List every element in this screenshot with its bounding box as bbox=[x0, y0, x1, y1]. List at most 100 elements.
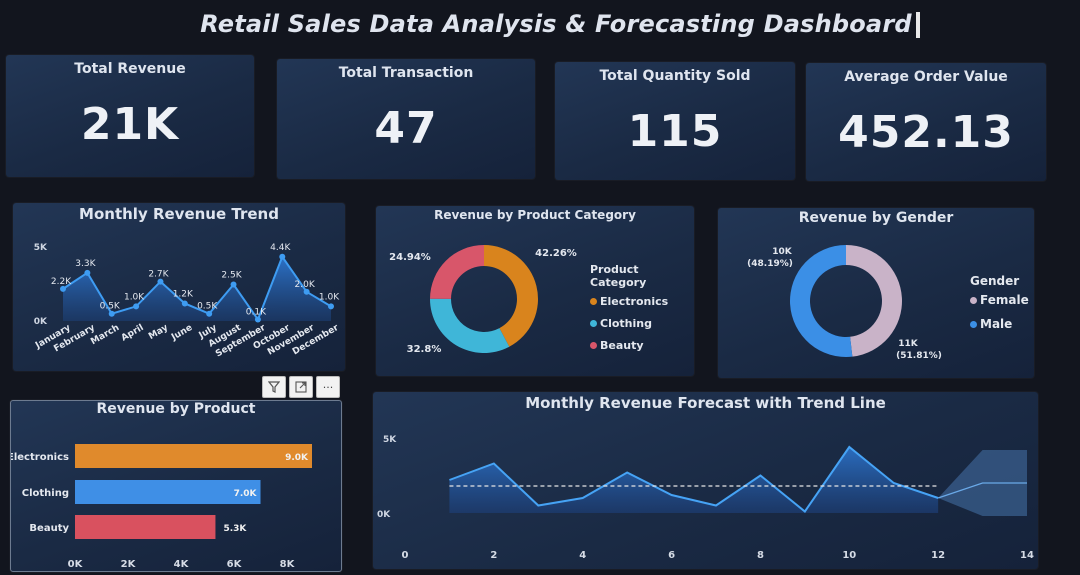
trend-point bbox=[84, 269, 91, 276]
revenue-by-category-panel[interactable]: Revenue by Product Category 42.26% 32.8% 2… bbox=[376, 206, 694, 376]
x-tick-label: 8K bbox=[280, 559, 296, 570]
more-options-icon[interactable]: ··· bbox=[316, 376, 340, 398]
legend-swatch bbox=[590, 342, 597, 349]
legend-item-electronics[interactable]: Electronics bbox=[590, 295, 694, 308]
donut-slice-clothing bbox=[430, 298, 510, 353]
bar-electronics bbox=[75, 444, 312, 468]
legend-swatch bbox=[590, 298, 597, 305]
x-tick-label: April bbox=[120, 323, 146, 344]
data-label: 32.8% bbox=[407, 344, 442, 355]
data-label: 4.4K bbox=[270, 243, 291, 253]
kpi-value: 21K bbox=[80, 99, 180, 150]
data-label: 24.94% bbox=[389, 252, 431, 263]
category-label: Electronics bbox=[11, 452, 69, 463]
dashboard-title: Retail Sales Data Analysis & Forecasting… bbox=[200, 10, 920, 50]
bar-beauty bbox=[75, 515, 216, 539]
trend-point bbox=[133, 303, 140, 310]
x-tick-label: 0 bbox=[402, 550, 409, 561]
kpi-value: 47 bbox=[374, 103, 438, 154]
visual-header-toolbar: ··· bbox=[262, 376, 340, 398]
kpi-card-total-transaction[interactable]: Total Transaction 47 bbox=[277, 59, 535, 179]
x-tick-label: May bbox=[147, 323, 170, 342]
x-tick-label: 2 bbox=[490, 550, 497, 561]
forecast-chart: 5K 0K 0 2 4 6 8 10 12 14 bbox=[377, 435, 1034, 561]
x-tick-label: 6 bbox=[668, 550, 675, 561]
legend-item-female[interactable]: Female bbox=[970, 293, 1029, 307]
filter-icon[interactable] bbox=[262, 376, 286, 398]
trend-point bbox=[328, 303, 334, 310]
category-legend: Product Category Electronics Clothing Be… bbox=[590, 263, 694, 352]
x-tick-label: 12 bbox=[931, 550, 945, 561]
x-tick-label: 4 bbox=[579, 550, 586, 561]
legend-label: Male bbox=[980, 317, 1013, 331]
x-tick-label: 0K bbox=[68, 559, 84, 570]
data-label: 3.3K bbox=[75, 259, 96, 269]
kpi-label: Average Order Value bbox=[844, 69, 1008, 85]
data-label: 42.26% bbox=[535, 248, 577, 259]
forecast-area bbox=[449, 447, 939, 513]
revenue-forecast-panel[interactable]: Monthly Revenue Forecast with Trend Line… bbox=[373, 392, 1038, 569]
kpi-label: Total Revenue bbox=[74, 61, 186, 77]
gender-legend: Gender Female Male bbox=[970, 274, 1029, 331]
y-tick-label: 5K bbox=[34, 243, 48, 253]
data-label: 7.0K bbox=[234, 489, 258, 499]
x-tick-label: 2K bbox=[121, 559, 137, 570]
data-label: 1.2K bbox=[173, 289, 194, 299]
data-label: (48.19%) bbox=[747, 259, 793, 269]
donut-slice-female bbox=[846, 245, 902, 357]
data-label: 2.5K bbox=[221, 271, 242, 281]
data-label: 9.0K bbox=[285, 453, 309, 463]
monthly-revenue-trend-chart: 2.2K3.3K0.5K1.0K2.7K1.2K0.5K2.5K0.1K4.4K… bbox=[33, 243, 341, 360]
data-label: (51.81%) bbox=[896, 351, 942, 361]
x-tick-label: March bbox=[89, 323, 121, 347]
kpi-card-average-order-value[interactable]: Average Order Value 452.13 bbox=[806, 63, 1046, 181]
data-label: 1.0K bbox=[319, 292, 340, 302]
data-label: 11K bbox=[898, 339, 919, 349]
y-tick-label: 0K bbox=[377, 510, 391, 520]
legend-item-male[interactable]: Male bbox=[970, 317, 1029, 331]
revenue-by-gender-panel[interactable]: Revenue by Gender 10K (48.19%) 11K (51.81%)… bbox=[718, 208, 1034, 378]
y-tick-label: 0K bbox=[34, 317, 48, 327]
monthly-revenue-trend-panel[interactable]: Monthly Revenue Trend 2.2K 3.3K 0.5K 1.0K 2.… bbox=[13, 203, 345, 371]
x-tick-label: 6K bbox=[227, 559, 243, 570]
donut-slice-beauty bbox=[430, 245, 484, 299]
x-tick-label: 8 bbox=[757, 550, 764, 561]
y-tick-label: 5K bbox=[383, 435, 397, 445]
data-label: 10K bbox=[772, 247, 793, 257]
x-tick-label: 4K bbox=[174, 559, 190, 570]
x-tick-label: 10 bbox=[842, 550, 856, 561]
donut-slice-male bbox=[790, 245, 853, 357]
kpi-card-total-quantity-sold[interactable]: Total Quantity Sold 115 bbox=[555, 62, 795, 180]
data-label: 1.0K bbox=[124, 292, 145, 302]
legend-title: Product Category bbox=[590, 263, 647, 289]
x-tick-label: June bbox=[169, 323, 194, 343]
legend-label: Female bbox=[980, 293, 1029, 307]
product-bar-chart: Electronics 9.0K Clothing 7.0K Beauty 5.3K 0K 2… bbox=[11, 444, 312, 570]
legend-label: Clothing bbox=[600, 317, 652, 330]
data-label: 0.5K bbox=[100, 302, 121, 312]
legend-title: Gender bbox=[970, 274, 1020, 288]
data-label: 2.7K bbox=[148, 270, 169, 280]
data-label: 5.3K bbox=[223, 524, 247, 534]
kpi-label: Total Transaction bbox=[338, 65, 474, 81]
legend-item-clothing[interactable]: Clothing bbox=[590, 317, 694, 330]
text-cursor bbox=[915, 12, 920, 38]
revenue-by-product-panel[interactable]: Revenue by Product Electronics 9.0K Clothi… bbox=[10, 400, 342, 572]
legend-item-beauty[interactable]: Beauty bbox=[590, 339, 694, 352]
kpi-value: 115 bbox=[627, 106, 723, 157]
category-label: Beauty bbox=[29, 523, 69, 534]
legend-swatch bbox=[970, 296, 977, 304]
trend-point bbox=[279, 253, 286, 260]
data-label: 0.5K bbox=[197, 302, 218, 312]
trend-point bbox=[181, 300, 188, 307]
legend-label: Electronics bbox=[600, 295, 669, 308]
x-tick-label: 14 bbox=[1020, 550, 1034, 561]
kpi-card-total-revenue[interactable]: Total Revenue 21K bbox=[6, 55, 254, 177]
kpi-value: 452.13 bbox=[838, 107, 1014, 158]
legend-swatch bbox=[970, 320, 977, 328]
category-label: Clothing bbox=[22, 488, 69, 499]
focus-mode-icon[interactable] bbox=[289, 376, 313, 398]
legend-label: Beauty bbox=[600, 339, 644, 352]
data-label: 2.0K bbox=[295, 280, 316, 290]
trend-point bbox=[230, 281, 237, 288]
